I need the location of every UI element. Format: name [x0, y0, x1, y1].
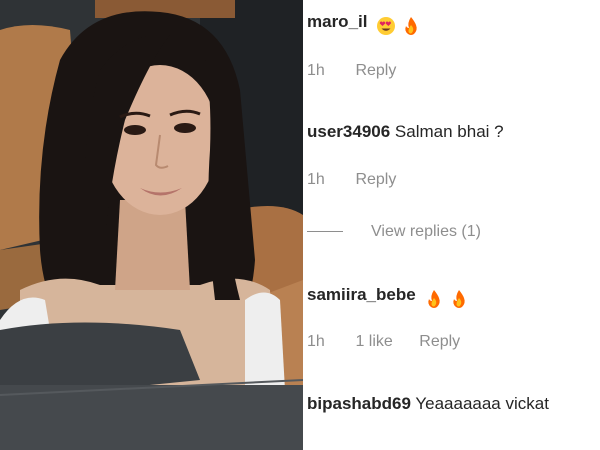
comment-username[interactable]: maro_il [307, 12, 367, 31]
view-replies-button[interactable]: View replies (1) [307, 221, 481, 243]
comment-1-meta: 1h Reply [307, 61, 396, 81]
comment-username[interactable]: user34906 [307, 122, 390, 141]
comment-4: bipashabd69 Yeaaaaaaa vickat [307, 394, 549, 414]
comment-time: 1h [307, 62, 325, 79]
reply-button[interactable]: Reply [355, 61, 396, 81]
fire-emoji-icon [428, 290, 441, 308]
view-replies-dash [307, 231, 343, 233]
comment-3: samiira_bebe [307, 285, 469, 309]
reply-button[interactable]: Reply [419, 332, 460, 352]
heart-eyes-emoji-icon [377, 17, 396, 35]
photo [0, 0, 303, 450]
comments-panel: maro_il 1h Reply user34906 Salman bhai ?… [303, 0, 600, 450]
view-replies-label: View replies (1) [371, 223, 481, 240]
photo-illustration [0, 0, 303, 450]
comment-3-meta: 1h 1 like Reply [307, 332, 460, 352]
comment-1: maro_il [307, 12, 421, 36]
fire-emoji-icon [405, 17, 417, 35]
comment-2-meta: 1h Reply [307, 170, 396, 190]
comment-emojis [424, 289, 469, 309]
comment-username[interactable]: samiira_bebe [307, 285, 416, 304]
comment-time: 1h [307, 333, 325, 350]
comment-body: Salman bhai ? [394, 122, 504, 141]
comment-username[interactable]: bipashabd69 [307, 394, 411, 413]
comment-emojis [376, 16, 421, 36]
comment-body: Yeaaaaaaa vickat [415, 394, 549, 413]
fire-emoji-icon [453, 290, 465, 308]
reply-button[interactable]: Reply [355, 170, 396, 190]
comment-2: user34906 Salman bhai ? [307, 122, 504, 142]
comment-time: 1h [307, 171, 325, 188]
comment-likes[interactable]: 1 like [355, 332, 392, 352]
